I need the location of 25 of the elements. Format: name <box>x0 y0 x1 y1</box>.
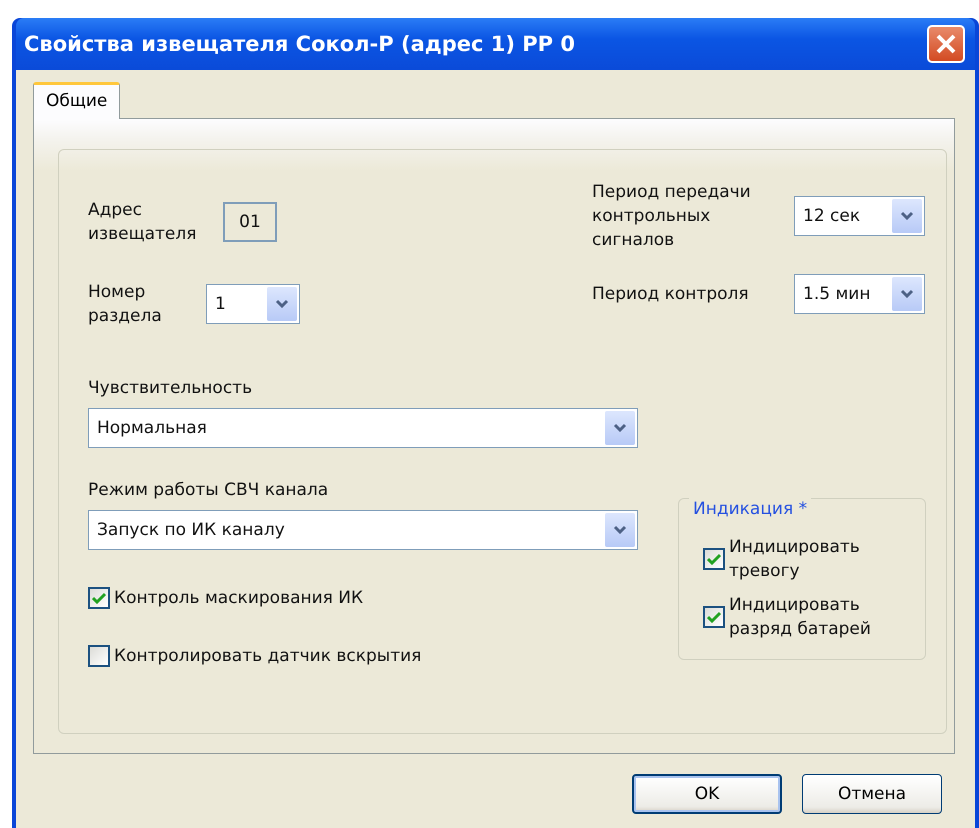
transmit-period-label: Период передачи контрольных сигналов <box>592 181 752 252</box>
partition-dropdown[interactable]: 1 <box>206 284 300 324</box>
ok-button[interactable]: OK <box>632 774 782 814</box>
cancel-button[interactable]: Отмена <box>802 774 942 814</box>
partition-label: Номер раздела <box>88 281 163 328</box>
checkbox-label: Контроль маскирования ИК <box>114 587 364 610</box>
control-period-label: Период контроля <box>592 283 750 306</box>
control-period-dropdown[interactable]: 1.5 мин <box>794 274 925 314</box>
tab[interactable]: Общие <box>33 82 120 119</box>
dropdown-value: 1 <box>215 294 226 314</box>
checkbox-label: Индицировать тревогу <box>729 536 861 583</box>
dropdown-value: 1.5 мин <box>803 284 870 304</box>
sensitivity-dropdown[interactable]: Нормальная <box>88 408 638 448</box>
address-label: Адрес извещателя <box>88 199 198 246</box>
mode-label: Режим работы СВЧ канала <box>88 479 330 502</box>
window-title: Свойства извещателя Сокол-Р (адрес 1) РР 0 <box>24 32 575 56</box>
checkbox-label: Контролировать датчик вскрытия <box>114 645 422 668</box>
sensitivity-label: Чувствительность <box>88 377 254 400</box>
dropdown-value: 12 сек <box>803 206 860 226</box>
dropdown-value: Запуск по ИК каналу <box>97 520 285 540</box>
mode-dropdown[interactable]: Запуск по ИК каналу <box>88 510 638 550</box>
dropdown-value: Нормальная <box>97 418 207 438</box>
checkbox-label: Индицировать разряд батарей <box>729 594 872 641</box>
address-field[interactable]: 01 <box>223 202 277 242</box>
transmit-period-dropdown[interactable]: 12 сек <box>794 196 925 236</box>
